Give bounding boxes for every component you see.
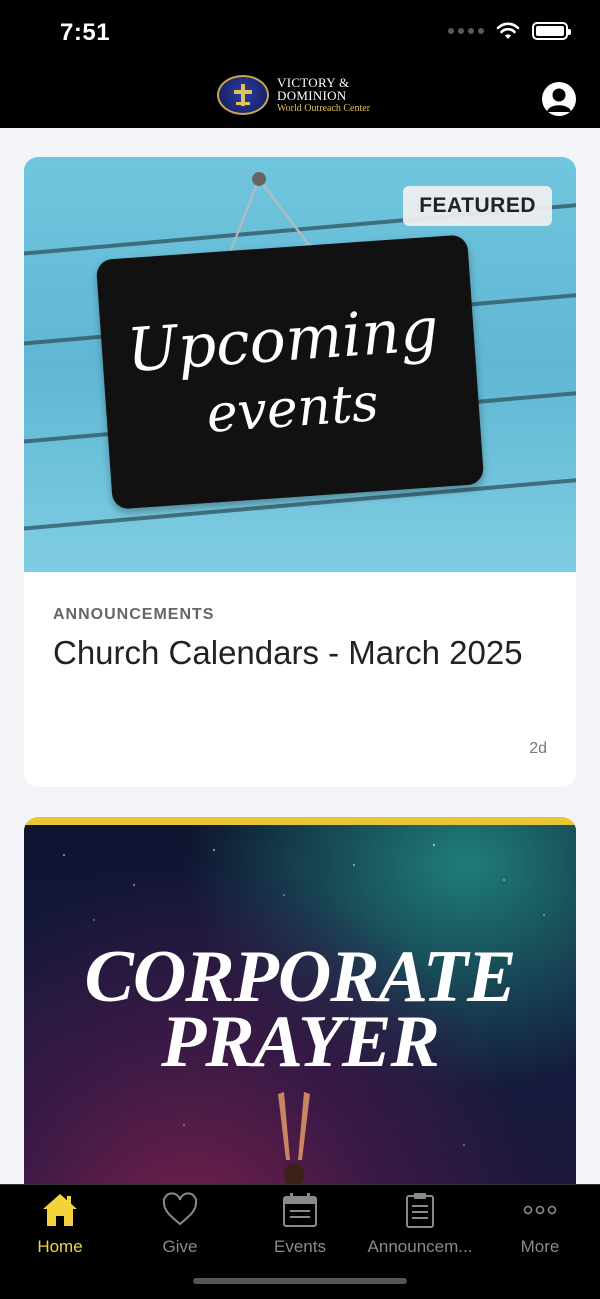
clipboard-icon xyxy=(406,1193,434,1228)
logo-line-2: DOMINION xyxy=(277,87,347,103)
status-time: 7:51 xyxy=(60,19,111,46)
tab-home[interactable]: Home xyxy=(0,1191,120,1261)
tab-give[interactable]: Give xyxy=(120,1191,240,1261)
tab-label: More xyxy=(520,1237,560,1256)
app-screen: 7:51 VICTORY & DOMINION World Outreach C… xyxy=(0,0,600,1299)
card-title: Church Calendars - March 2025 xyxy=(53,634,523,671)
tab-label: Home xyxy=(37,1237,83,1256)
heart-icon xyxy=(162,1192,198,1226)
tab-events[interactable]: Events xyxy=(240,1191,360,1261)
cellular-signal-icon xyxy=(448,28,484,34)
wifi-icon xyxy=(496,22,520,39)
card-image: CORPORATE PRAYER xyxy=(24,817,576,1184)
logo-line-1: VICTORY & xyxy=(277,74,350,90)
home-indicator[interactable] xyxy=(193,1278,407,1284)
status-indicators xyxy=(448,22,571,40)
featured-badge: FEATURED xyxy=(403,186,552,226)
top-bar: 7:51 VICTORY & DOMINION World Outreach C… xyxy=(0,0,600,128)
tab-more[interactable]: More xyxy=(480,1191,600,1261)
tab-label: Announcem... xyxy=(367,1237,473,1256)
battery-icon xyxy=(532,22,571,40)
more-dots-icon xyxy=(523,1205,557,1215)
tab-label: Give xyxy=(162,1237,198,1256)
image-title-line-2: PRAYER xyxy=(161,1001,440,1083)
upcoming-events-sign: Upcoming events xyxy=(95,234,485,510)
card-category: ANNOUNCEMENTS xyxy=(53,606,215,623)
tab-announcements[interactable]: Announcem... xyxy=(360,1191,480,1261)
logo-emblem-icon xyxy=(217,75,269,115)
logo-line-3: World Outreach Center xyxy=(277,102,371,114)
sign-text-line-1: Upcoming xyxy=(124,294,441,387)
home-icon xyxy=(43,1194,77,1226)
feed-card[interactable]: CORPORATE PRAYER xyxy=(24,817,576,1184)
home-feed[interactable]: Upcoming events FEATURED ANNOUNCEMENTS C… xyxy=(0,128,600,1184)
user-icon xyxy=(547,88,571,112)
card-timestamp: 2d xyxy=(529,740,547,757)
raised-hands-figure xyxy=(278,1092,310,1184)
logo-text: VICTORY & DOMINION World Outreach Center xyxy=(277,76,370,115)
church-logo[interactable]: VICTORY & DOMINION World Outreach Center xyxy=(217,75,370,115)
profile-button[interactable] xyxy=(542,82,576,116)
calendar-icon xyxy=(283,1193,317,1227)
tab-label: Events xyxy=(274,1237,326,1256)
card-body: ANNOUNCEMENTS Church Calendars - March 2… xyxy=(24,572,576,787)
sign-text-line-2: events xyxy=(204,372,381,445)
card-image: Upcoming events FEATURED xyxy=(24,157,576,572)
feed-card[interactable]: Upcoming events FEATURED ANNOUNCEMENTS C… xyxy=(24,157,576,787)
